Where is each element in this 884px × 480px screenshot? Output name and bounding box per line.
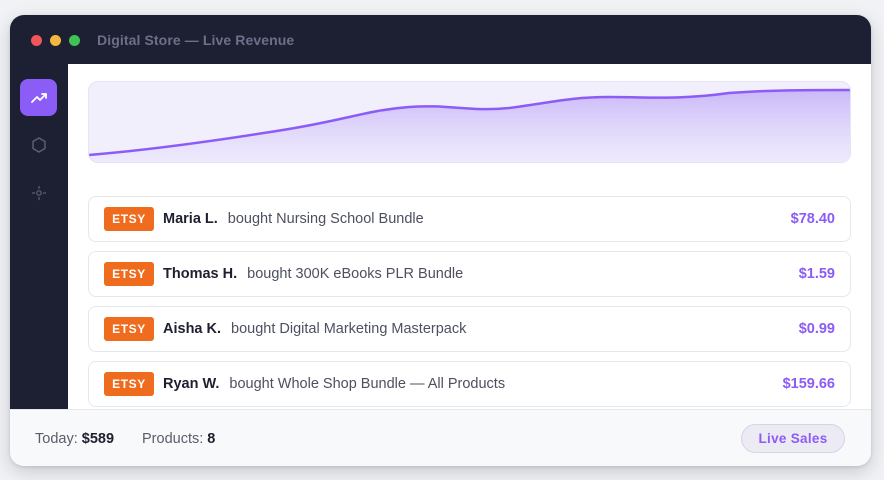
sale-row: ETSY Maria L. bought Nursing School Bundl…	[88, 196, 851, 242]
sale-price: $159.66	[782, 376, 835, 392]
buyer-name: Ryan W.	[163, 376, 220, 392]
store-badge: ETSY	[104, 262, 154, 286]
app-window: Digital Store — Live Revenue ETSY Maria …	[10, 15, 871, 466]
live-sales-button[interactable]: Live Sales	[741, 424, 845, 453]
store-badge: ETSY	[104, 207, 154, 231]
sale-action: bought Digital Marketing Masterpack	[231, 321, 467, 337]
store-badge: ETSY	[104, 317, 154, 341]
buyer-name: Thomas H.	[163, 266, 238, 282]
today-label: Today:	[35, 431, 78, 447]
revenue-area-fill	[89, 90, 850, 162]
minimize-window-button[interactable]	[50, 35, 61, 46]
sale-price: $78.40	[790, 211, 835, 227]
products-count: Products: 8	[142, 429, 215, 449]
sale-row: ETSY Ryan W. bought Whole Shop Bundle — A…	[88, 361, 851, 407]
sale-price: $0.99	[798, 321, 835, 337]
buyer-name: Maria L.	[163, 211, 218, 227]
sale-description: Thomas H. bought 300K eBooks PLR Bundle	[163, 264, 463, 284]
sale-action: bought 300K eBooks PLR Bundle	[247, 266, 464, 282]
products-label: Products:	[142, 431, 204, 447]
sidebar	[10, 64, 68, 409]
status-footer: Today: $589 Products: 8 Live Sales	[10, 409, 871, 466]
close-window-button[interactable]	[31, 35, 42, 46]
buyer-name: Aisha K.	[163, 321, 222, 337]
trending-up-icon	[30, 92, 47, 103]
sidebar-item-revenue[interactable]	[20, 79, 57, 116]
sidebar-item-products[interactable]	[20, 126, 57, 163]
revenue-chart	[88, 81, 851, 163]
settings-icon	[31, 185, 46, 200]
title-bar: Digital Store — Live Revenue	[10, 15, 871, 64]
hexagon-icon	[31, 136, 46, 153]
sale-description: Ryan W. bought Whole Shop Bundle — All Pr…	[163, 374, 505, 394]
today-revenue: Today: $589	[35, 429, 114, 449]
main-content: ETSY Maria L. bought Nursing School Bundl…	[68, 64, 871, 409]
sale-action: bought Nursing School Bundle	[227, 211, 424, 227]
window-title: Digital Store — Live Revenue	[97, 32, 295, 48]
sale-description: Aisha K. bought Digital Marketing Masterp…	[163, 319, 466, 339]
today-value: $589	[81, 431, 115, 447]
sale-row: ETSY Thomas H. bought 300K eBooks PLR Bun…	[88, 251, 851, 297]
sale-description: Maria L. bought Nursing School Bundle	[163, 209, 424, 229]
sale-action: bought Whole Shop Bundle — All Products	[229, 376, 506, 392]
store-badge: ETSY	[104, 372, 154, 396]
sale-row: ETSY Aisha K. bought Digital Marketing Ma…	[88, 306, 851, 352]
maximize-window-button[interactable]	[69, 35, 80, 46]
sale-price: $1.59	[798, 266, 835, 282]
revenue-area-chart	[89, 88, 850, 162]
sidebar-item-settings[interactable]	[20, 174, 57, 211]
products-value: 8	[207, 431, 216, 447]
